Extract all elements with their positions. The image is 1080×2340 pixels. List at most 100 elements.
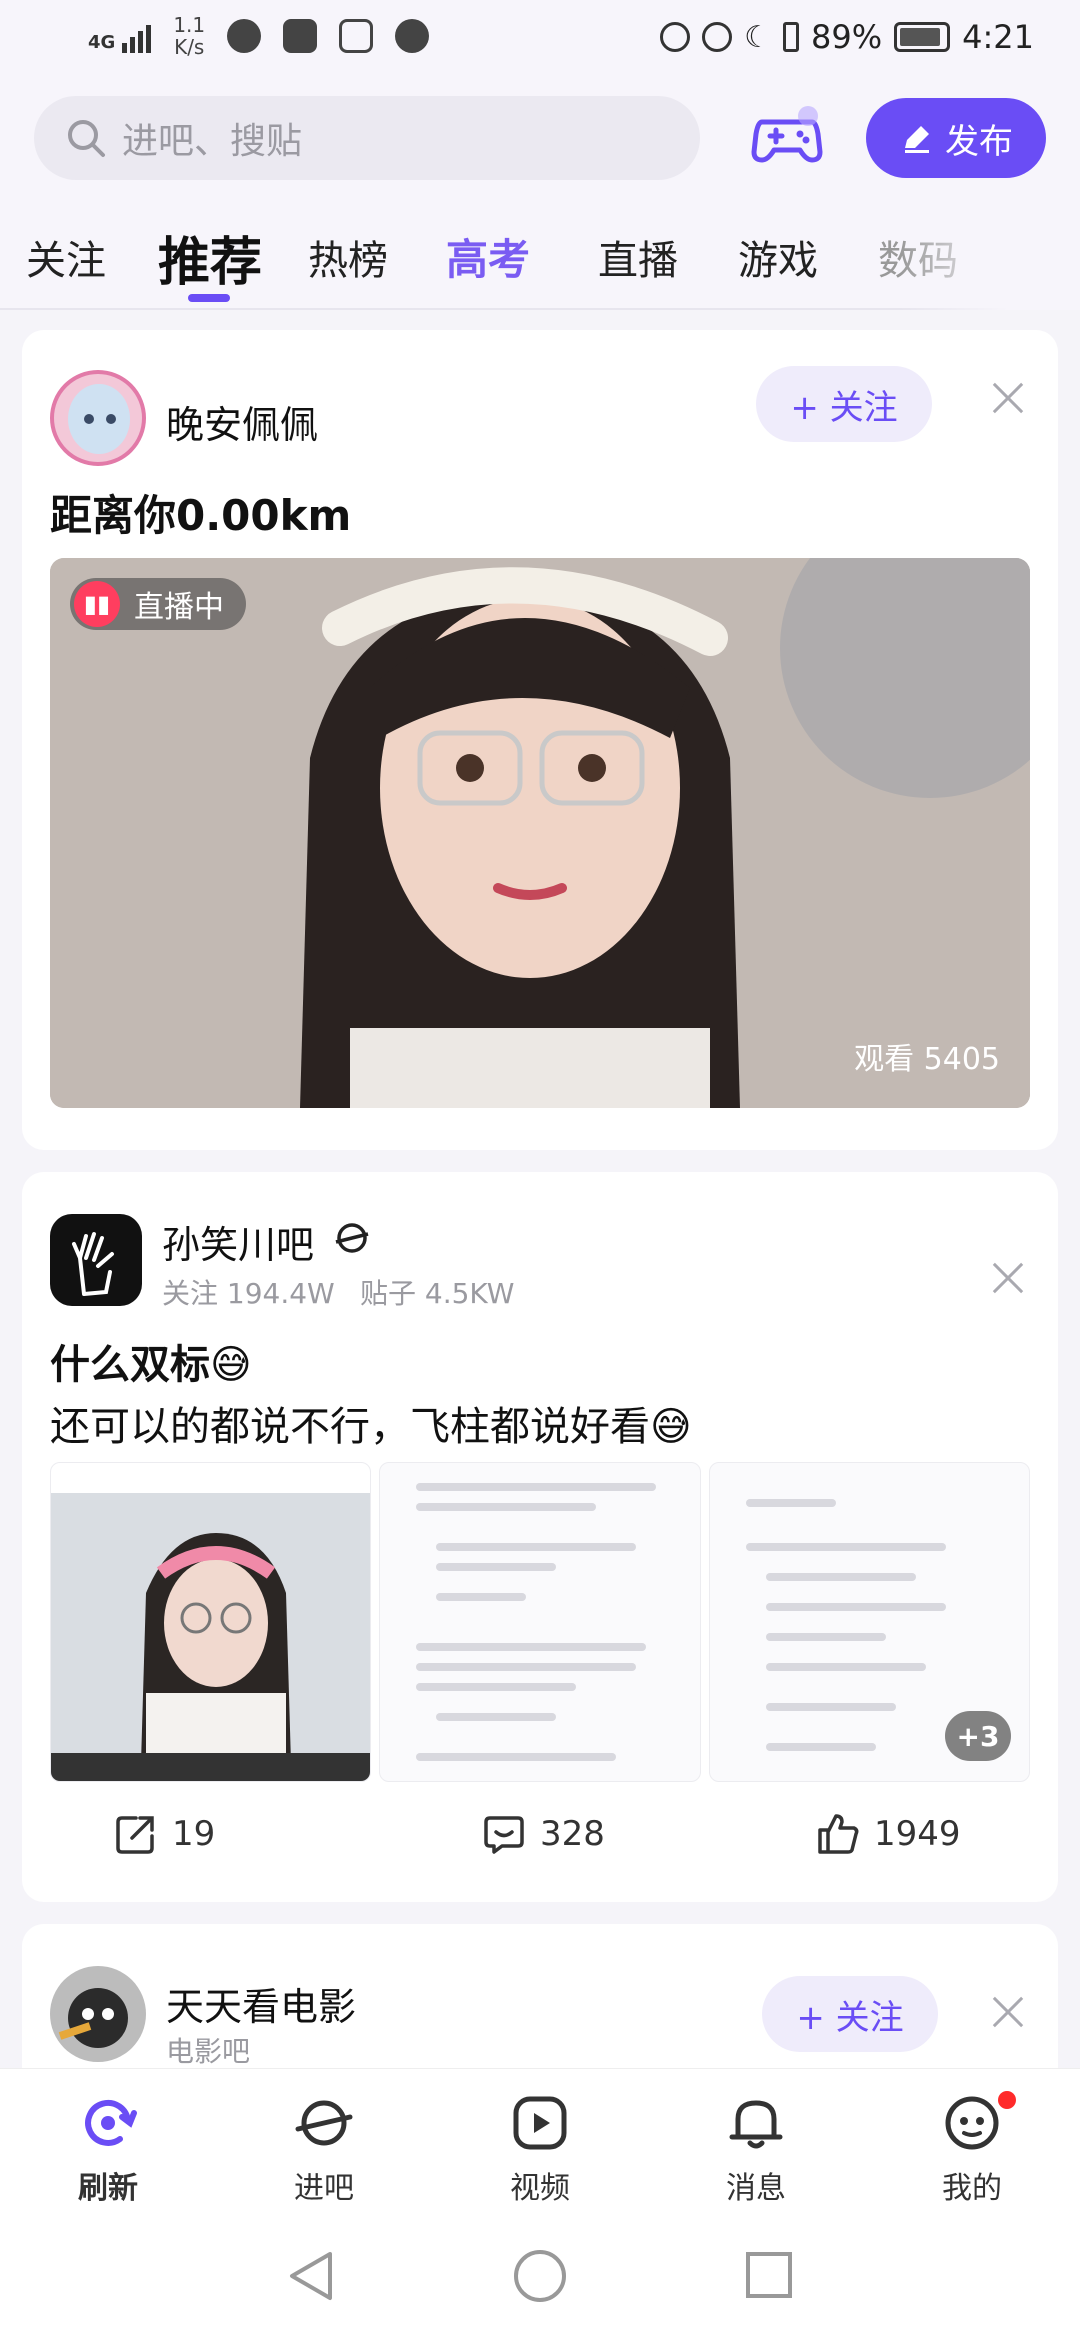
live-stream-thumbnail[interactable]: ▮▮ 直播中 观看 5405 (50, 558, 1030, 1108)
more-images-badge[interactable]: +3 (944, 1711, 1011, 1761)
close-icon[interactable] (988, 1992, 1028, 2032)
tab-gaokao[interactable]: 高考 (446, 226, 530, 287)
nav-mine[interactable]: 我的 (912, 2091, 1032, 2207)
text-line (416, 1483, 657, 1491)
text-line (765, 1573, 916, 1581)
alipay-icon (339, 19, 374, 53)
clock: 4:21 (962, 18, 1034, 56)
live-icon: ▮▮ (74, 581, 120, 627)
nav-messages[interactable]: 消息 (696, 2091, 816, 2207)
signal-icon: 4G (88, 19, 152, 53)
planet-icon (295, 2100, 353, 2146)
status-bar: 4G 1.1 K/s ☾ 89% 4:21 (0, 0, 1080, 84)
comment-count: 328 (540, 1814, 605, 1854)
search-bar[interactable]: 进吧、搜贴 (34, 96, 700, 180)
avatar-art (68, 384, 130, 454)
nav-refresh[interactable]: 刷新 (48, 2091, 168, 2207)
text-line (765, 1743, 876, 1751)
share-button[interactable]: 19 (114, 1812, 215, 1856)
home-icon[interactable] (512, 2248, 568, 2304)
text-line (765, 1603, 946, 1611)
search-placeholder: 进吧、搜贴 (122, 121, 303, 162)
avatar-eye (106, 414, 116, 424)
text-line (416, 1503, 597, 1511)
profile-face-icon (945, 2096, 999, 2150)
post-title: 什么双标😅 (50, 1342, 252, 1388)
follow-button[interactable]: + 关注 (756, 366, 932, 442)
like-button[interactable]: 1949 (816, 1812, 961, 1856)
forum-name[interactable]: 天天看电影 (166, 1976, 356, 2031)
live-badge: ▮▮ 直播中 (70, 578, 246, 630)
text-line (436, 1713, 557, 1721)
text-line (436, 1563, 557, 1571)
nav-messages-label: 消息 (726, 2171, 786, 2206)
battery-icon (894, 22, 951, 52)
status-left: 4G 1.1 K/s (88, 13, 430, 59)
nav-video-label: 视频 (510, 2171, 570, 2206)
tab-games[interactable]: 游戏 (738, 228, 818, 286)
image-thumbnail[interactable]: +3 (708, 1462, 1030, 1782)
streamer-image (50, 558, 1030, 1108)
nav-refresh-label: 刷新 (78, 2171, 138, 2206)
text-line (765, 1663, 926, 1671)
nav-enter-label: 进吧 (294, 2171, 354, 2206)
forum-category: 电影吧 (166, 2035, 251, 2068)
text-line (765, 1703, 896, 1711)
share-icon (116, 1816, 154, 1854)
share-count: 19 (172, 1814, 216, 1854)
comment-button[interactable]: 328 (482, 1812, 605, 1856)
post-title: 距离你0.00km (50, 491, 352, 540)
forum-avatar[interactable] (50, 1966, 146, 2062)
post-body: 还可以的都说不行，飞柱都说好看😅 (50, 1404, 692, 1450)
username[interactable]: 晚安佩佩 (166, 394, 318, 449)
tabs-fade (900, 184, 1080, 310)
image-thumbnail[interactable] (50, 1462, 372, 1782)
notification-dot (998, 2091, 1016, 2109)
recents-icon[interactable] (744, 2250, 794, 2300)
forum-name[interactable]: 孙笑川吧 (162, 1214, 314, 1269)
tab-follow[interactable]: 关注 (26, 228, 106, 286)
text-line (416, 1753, 617, 1761)
nav-enter[interactable]: 进吧 (264, 2091, 384, 2207)
bell-icon (729, 2100, 783, 2149)
system-nav-bar (0, 2218, 1080, 2340)
follow-button[interactable]: + 关注 (762, 1976, 938, 2052)
close-icon[interactable] (988, 378, 1028, 418)
huawei-icon (283, 19, 318, 53)
text-line (765, 1633, 886, 1641)
tab-recommend[interactable]: 推荐 (158, 220, 262, 295)
battery-percent: 89% (811, 18, 883, 56)
chat-icon (227, 19, 262, 53)
back-icon[interactable] (286, 2248, 336, 2304)
text-line (416, 1683, 577, 1691)
status-right: ☾ 89% 4:21 (660, 18, 1034, 56)
screenshot-image (51, 1463, 371, 1781)
post-card[interactable]: 孙笑川吧 关注 194.4W 贴子 4.5KW 什么双标😅 还可以的都说不行，飞… (22, 1172, 1058, 1902)
image-thumbnail[interactable] (379, 1462, 701, 1782)
text-line (745, 1543, 946, 1551)
avatar[interactable] (50, 370, 146, 466)
gamepad-icon[interactable] (748, 98, 826, 176)
planet-icon (335, 1223, 369, 1253)
video-icon (513, 2096, 567, 2150)
alarm-icon (395, 19, 430, 53)
moon-icon: ☾ (744, 19, 772, 55)
live-badge-label: 直播中 (134, 590, 224, 625)
text-line (436, 1593, 527, 1601)
speed-value: 1.1 (173, 13, 206, 37)
nav-mine-label: 我的 (942, 2171, 1002, 2206)
nav-video[interactable]: 视频 (480, 2091, 600, 2207)
speed-unit: K/s (174, 35, 205, 59)
image-grid: +3 (50, 1462, 1030, 1782)
active-tab-indicator (188, 294, 230, 302)
avatar-art (58, 1988, 128, 2048)
nfc-icon (660, 22, 691, 52)
post-count: 贴子 4.5KW (360, 1277, 515, 1310)
tab-hot[interactable]: 热榜 (308, 228, 388, 286)
forum-avatar[interactable] (50, 1214, 142, 1306)
publish-button[interactable]: 发布 (866, 98, 1046, 178)
live-card[interactable]: 晚安佩佩 + 关注 距离你0.00km ▮▮ 直播中 观看 5405 (22, 330, 1058, 1150)
close-icon[interactable] (988, 1258, 1028, 1298)
network-label: 4G (88, 32, 116, 53)
tab-live[interactable]: 直播 (598, 228, 678, 286)
